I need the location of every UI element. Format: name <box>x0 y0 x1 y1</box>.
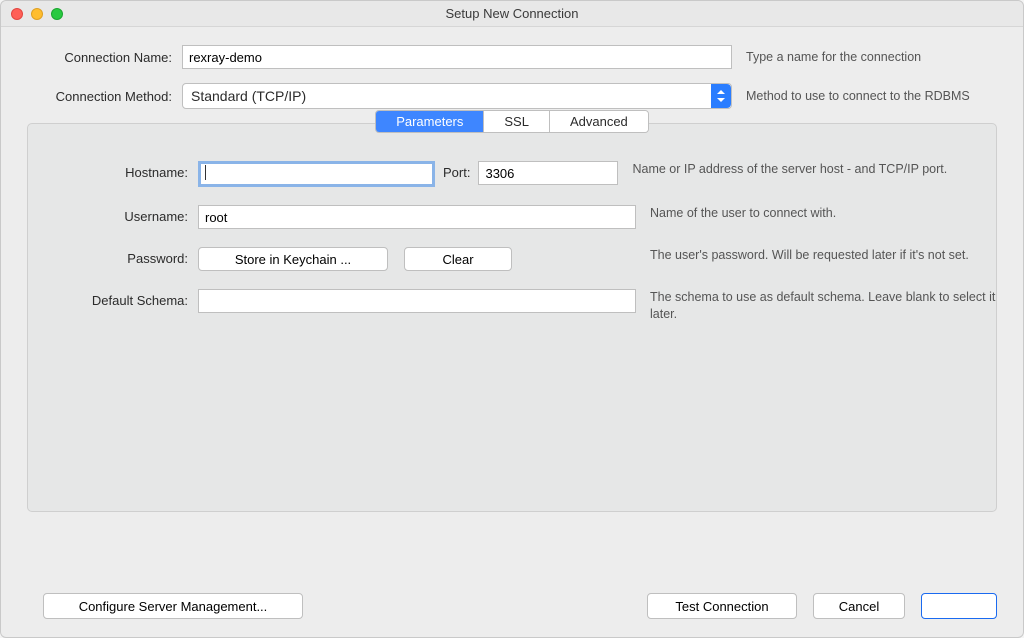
hostname-input[interactable] <box>198 161 435 187</box>
username-label: Username: <box>28 205 198 224</box>
password-hint: The user's password. Will be requested l… <box>650 247 996 264</box>
tabstrip: Parameters SSL Advanced <box>28 110 996 133</box>
content-area: Connection Name: Type a name for the con… <box>1 27 1023 512</box>
password-row: Password: Store in Keychain ... Clear Th… <box>28 247 996 271</box>
hostname-hint: Name or IP address of the server host - … <box>632 161 996 178</box>
username-row: Username: Name of the user to connect wi… <box>28 205 996 229</box>
window: Setup New Connection Connection Name: Ty… <box>0 0 1024 638</box>
connection-method-value: Standard (TCP/IP) <box>191 88 306 104</box>
default-schema-hint: The schema to use as default schema. Lea… <box>650 289 996 323</box>
footer: Configure Server Management... Test Conn… <box>27 593 997 619</box>
connection-name-label: Connection Name: <box>27 50 182 65</box>
cancel-button[interactable]: Cancel <box>813 593 905 619</box>
connection-method-select[interactable]: Standard (TCP/IP) <box>182 83 732 109</box>
port-label: Port: <box>435 161 478 180</box>
username-input[interactable] <box>198 205 636 229</box>
password-label: Password: <box>28 247 198 266</box>
configure-server-management-button[interactable]: Configure Server Management... <box>43 593 303 619</box>
connection-name-row: Connection Name: Type a name for the con… <box>27 45 997 69</box>
connection-name-hint: Type a name for the connection <box>746 50 997 64</box>
tab-parameters[interactable]: Parameters <box>376 111 484 132</box>
connection-method-label: Connection Method: <box>27 89 182 104</box>
tab-ssl[interactable]: SSL <box>484 111 550 132</box>
default-schema-input[interactable] <box>198 289 636 313</box>
test-connection-button[interactable]: Test Connection <box>647 593 797 619</box>
titlebar: Setup New Connection <box>1 1 1023 27</box>
chevron-updown-icon <box>711 84 731 108</box>
connection-name-input[interactable] <box>182 45 732 69</box>
port-input[interactable] <box>478 161 618 185</box>
parameters-panel: Parameters SSL Advanced Hostname: Port: … <box>27 123 997 512</box>
ok-button[interactable]: OK <box>921 593 997 619</box>
default-schema-row: Default Schema: The schema to use as def… <box>28 289 996 323</box>
default-schema-label: Default Schema: <box>28 289 198 308</box>
connection-method-row: Connection Method: Standard (TCP/IP) Met… <box>27 83 997 109</box>
window-title: Setup New Connection <box>1 6 1023 21</box>
connection-method-hint: Method to use to connect to the RDBMS <box>746 89 997 103</box>
clear-password-button[interactable]: Clear <box>404 247 512 271</box>
hostname-label: Hostname: <box>28 161 198 180</box>
hostname-row: Hostname: Port: Name or IP address of th… <box>28 161 996 187</box>
store-keychain-button[interactable]: Store in Keychain ... <box>198 247 388 271</box>
username-hint: Name of the user to connect with. <box>650 205 996 222</box>
tab-advanced[interactable]: Advanced <box>550 111 648 132</box>
